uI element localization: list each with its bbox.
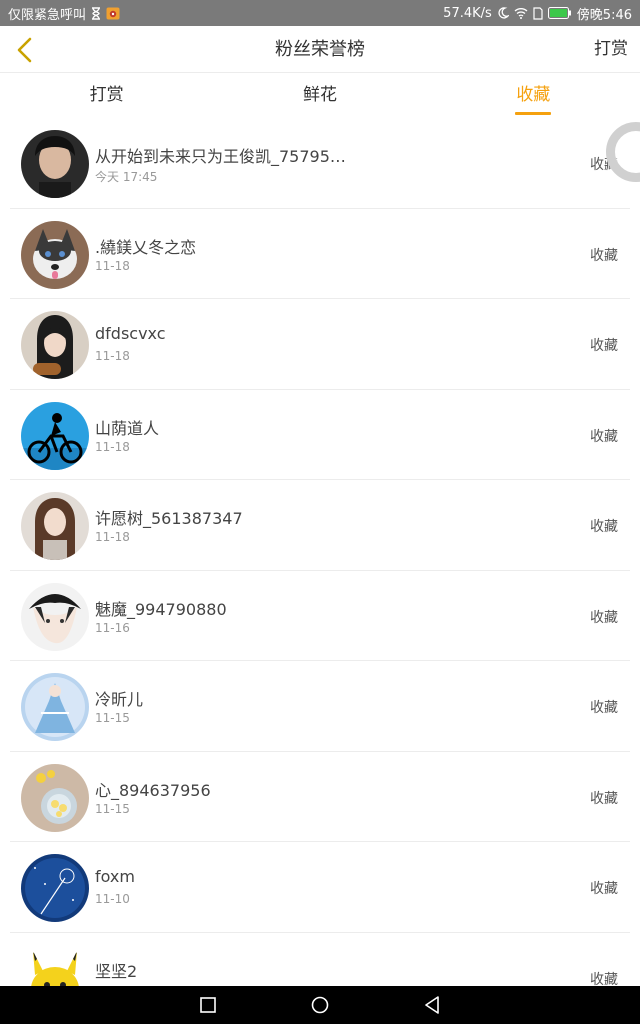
user-name: 冷昕儿 (95, 690, 144, 709)
timestamp: 11-15 (95, 801, 130, 816)
timestamp: 11-15 (95, 711, 130, 725)
action-label: 收藏 (590, 881, 618, 897)
user-name: foxm (95, 867, 135, 886)
clock: 傍晚5:46 (576, 7, 632, 23)
tab-label: 收藏 (516, 85, 551, 105)
avatar (21, 763, 89, 832)
user-name: .繞鎂乂冬之恋 (95, 237, 197, 257)
action-label: 收藏 (590, 790, 618, 807)
status-bar: 仅限紧急呼叫 57.4K/s 傍晚5:46 (0, 0, 640, 26)
avatar (21, 492, 89, 560)
tab-reward[interactable]: 打赏 (0, 73, 213, 118)
timestamp: 11-16 (95, 620, 130, 635)
wifi-icon (514, 6, 528, 20)
timestamp: 11-18 (95, 258, 130, 273)
list-item[interactable]: 许愿树_561387347 11-18 收藏 (10, 480, 630, 571)
tab-favorites[interactable]: 收藏 (427, 73, 640, 118)
fan-list[interactable]: 从开始到未来只为王俊凯_75795… 今天 17:45 收藏 .繞鎂乂冬之恋 1… (0, 118, 640, 986)
avatar (21, 944, 89, 986)
avatar (21, 582, 89, 651)
sim-icon (533, 6, 543, 20)
tab-bar: 打赏 鲜花 收藏 (0, 73, 640, 118)
timestamp: 11-10 (95, 892, 130, 906)
action-label: 收藏 (590, 971, 618, 987)
action-label: 收藏 (590, 519, 618, 535)
list-item[interactable]: 山荫道人 11-18 收藏 (10, 390, 630, 480)
user-name: dfdscvxc (95, 324, 166, 343)
back-nav-button[interactable] (421, 994, 443, 1016)
list-item[interactable]: 魅魔_994790880 11-16 收藏 (10, 571, 630, 661)
moon-icon (497, 6, 509, 20)
network-speed: 57.4K/s (443, 5, 492, 21)
triangle-back-icon (425, 996, 439, 1014)
battery-icon (547, 6, 572, 20)
tab-flowers[interactable]: 鲜花 (213, 73, 426, 118)
user-name: 山荫道人 (95, 418, 160, 438)
chevron-left-icon (17, 37, 32, 63)
list-item[interactable]: .繞鎂乂冬之恋 11-18 收藏 (10, 209, 630, 299)
header-bar: 粉丝荣誉榜 打赏 (0, 26, 640, 73)
hourglass-icon (91, 6, 101, 20)
avatar (21, 311, 89, 379)
avatar (21, 130, 89, 198)
list-item[interactable]: 冷昕儿 11-15 收藏 (10, 661, 630, 752)
timestamp: 11-18 (95, 349, 130, 363)
timestamp: 今天 17:45 (95, 170, 158, 184)
avatar (21, 673, 89, 741)
action-label: 收藏 (590, 338, 618, 354)
user-name: 许愿树_561387347 (95, 509, 243, 528)
square-icon (200, 997, 216, 1013)
avatar (21, 401, 89, 470)
page-title: 粉丝荣誉榜 (275, 39, 365, 60)
circle-icon (311, 996, 329, 1014)
user-name: 心_894637956 (95, 780, 211, 800)
action-label: 收藏 (590, 609, 618, 626)
user-name: 从开始到未来只为王俊凯_75795… (95, 147, 346, 166)
tab-label: 打赏 (89, 85, 124, 105)
home-button[interactable] (309, 994, 331, 1016)
list-item[interactable]: foxm 11-10 收藏 (10, 842, 630, 933)
avatar (21, 854, 89, 922)
reward-button[interactable]: 打赏 (594, 26, 628, 73)
action-label: 收藏 (590, 700, 618, 716)
system-nav-bar (0, 986, 640, 1024)
recent-apps-button[interactable] (197, 994, 219, 1016)
back-button[interactable] (6, 32, 42, 68)
timestamp: 11-18 (95, 530, 130, 544)
list-item[interactable]: 心_894637956 11-15 收藏 (10, 752, 630, 842)
user-name: 魅魔_994790880 (95, 599, 227, 619)
list-item[interactable]: 坚坚2 收藏 (10, 933, 630, 987)
weibo-icon (106, 6, 120, 20)
list-item[interactable]: 从开始到未来只为王俊凯_75795… 今天 17:45 收藏 (10, 118, 630, 209)
user-name: 坚坚2 (95, 961, 138, 981)
action-label: 收藏 (590, 428, 618, 445)
tab-label: 鲜花 (302, 85, 337, 105)
action-label: 收藏 (590, 247, 618, 264)
carrier-text: 仅限紧急呼叫 (8, 7, 87, 23)
status-left: 仅限紧急呼叫 (8, 4, 120, 23)
tab-active-indicator (515, 112, 552, 115)
list-item[interactable]: dfdscvxc 11-18 收藏 (10, 299, 630, 390)
status-right: 57.4K/s 傍晚5:46 (443, 4, 632, 23)
avatar (21, 220, 89, 289)
timestamp: 11-18 (95, 439, 130, 454)
